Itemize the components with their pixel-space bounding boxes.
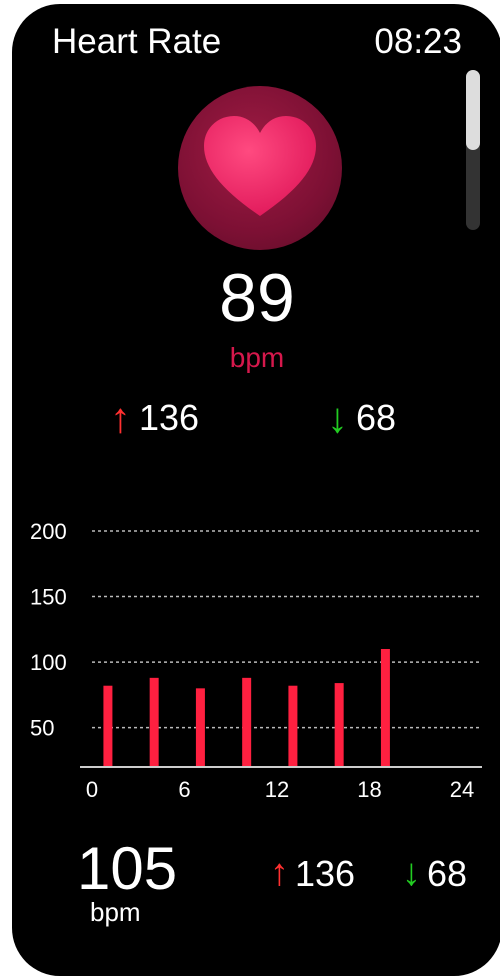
x-tick-label: 12 bbox=[265, 777, 289, 802]
max-value: 136 bbox=[139, 397, 200, 438]
selected-min: ↓ 68 bbox=[402, 852, 467, 895]
bar bbox=[242, 677, 252, 767]
clock: 08:23 bbox=[374, 22, 462, 61]
arrow-up-icon: ↑ bbox=[110, 394, 131, 441]
y-tick-label: 100 bbox=[30, 650, 67, 675]
scrollbar-thumb[interactable] bbox=[466, 70, 480, 150]
selected-unit: bpm bbox=[90, 897, 141, 927]
bar bbox=[103, 685, 113, 767]
min-value: 68 bbox=[356, 397, 397, 438]
current-unit: bpm bbox=[229, 342, 285, 373]
bar bbox=[195, 688, 205, 767]
selected-min-value: 68 bbox=[427, 852, 468, 894]
y-tick-label: 50 bbox=[30, 716, 54, 741]
x-tick-label: 0 bbox=[86, 777, 98, 802]
x-tick-label: 24 bbox=[450, 777, 474, 802]
bar bbox=[288, 685, 298, 767]
x-tick-label: 18 bbox=[357, 777, 381, 802]
scrollbar[interactable] bbox=[466, 70, 480, 230]
x-tick-label: 6 bbox=[178, 777, 190, 802]
selected-max-value: 136 bbox=[295, 852, 356, 894]
arrow-up-icon: ↑ bbox=[270, 852, 289, 894]
y-tick-label: 200 bbox=[30, 519, 67, 544]
y-tick-label: 150 bbox=[30, 585, 67, 610]
bar bbox=[334, 683, 344, 767]
max-heart-rate: ↑ 136 bbox=[110, 394, 199, 442]
heart-rate-chart: 50 100 150 200 0 6 12 18 24 bbox=[30, 519, 482, 802]
bar bbox=[380, 649, 390, 767]
watch-screen: Heart Rate 08:23 89 bpm ↑ 136 ↓ 68 50 100… bbox=[12, 4, 500, 976]
selected-heart-rate: 105 bbox=[77, 835, 178, 902]
arrow-down-icon: ↓ bbox=[402, 852, 421, 894]
heart-button[interactable] bbox=[178, 86, 342, 250]
min-heart-rate: ↓ 68 bbox=[327, 394, 396, 442]
selected-max: ↑ 136 bbox=[270, 852, 355, 895]
page-title: Heart Rate bbox=[52, 22, 222, 61]
heart-icon bbox=[204, 116, 316, 216]
bar bbox=[149, 677, 159, 767]
arrow-down-icon: ↓ bbox=[327, 394, 348, 441]
current-heart-rate: 89 bbox=[219, 260, 295, 336]
